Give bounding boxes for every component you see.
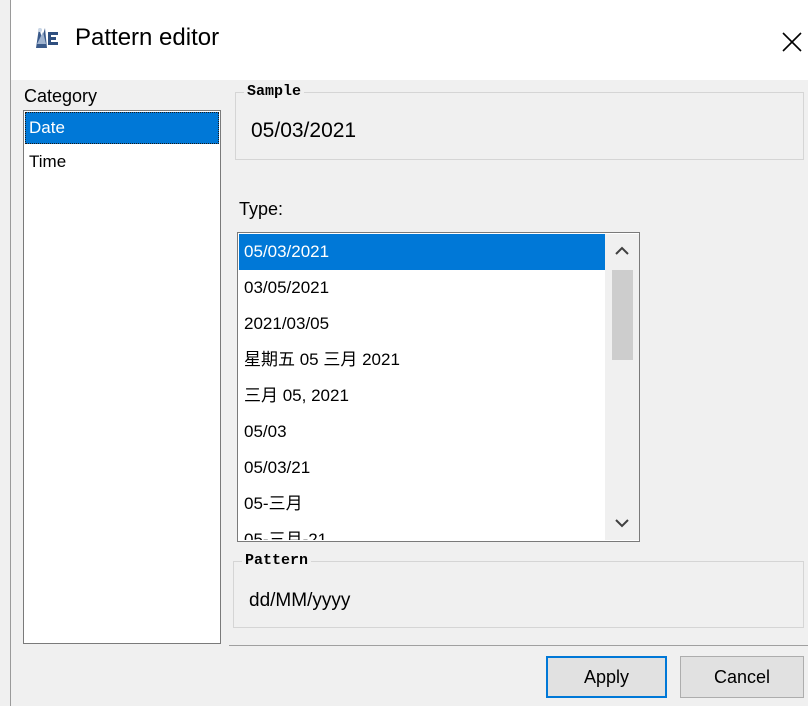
type-item[interactable]: 05/03/2021 xyxy=(239,234,605,270)
type-list-scrollbar[interactable] xyxy=(605,234,639,540)
title-bar[interactable]: Pattern editor xyxy=(11,0,808,80)
cancel-button[interactable]: Cancel xyxy=(680,656,804,698)
type-item[interactable]: 三月 05, 2021 xyxy=(239,378,605,414)
sample-legend: Sample xyxy=(244,82,305,102)
type-item[interactable]: 星期五 05 三月 2021 xyxy=(239,342,605,378)
pattern-editor-dialog: Pattern editor Category Date Time Sample… xyxy=(0,0,808,706)
close-icon xyxy=(782,32,802,52)
pattern-value: dd/MM/yyyy xyxy=(249,590,351,611)
category-item-time[interactable]: Time xyxy=(25,146,219,178)
chevron-up-icon xyxy=(615,246,629,255)
type-label: Type: xyxy=(239,199,284,219)
button-divider xyxy=(229,645,808,646)
apply-button[interactable]: Apply xyxy=(546,656,667,698)
dialog-content: Category Date Time Sample 05/03/2021 Typ… xyxy=(11,80,808,706)
scroll-up-button[interactable] xyxy=(605,234,639,268)
sample-value: 05/03/2021 xyxy=(251,119,357,142)
pattern-legend: Pattern xyxy=(242,551,312,571)
type-item[interactable]: 05-三月-21 xyxy=(239,522,605,540)
scroll-thumb[interactable] xyxy=(612,270,633,360)
sample-group: Sample 05/03/2021 xyxy=(235,82,804,160)
type-list[interactable]: 05/03/2021 03/05/2021 2021/03/05 星期五 05 … xyxy=(237,232,640,542)
scroll-down-button[interactable] xyxy=(605,506,639,540)
pattern-group: Pattern dd/MM/yyyy xyxy=(233,551,804,628)
pattern-editor-app-icon xyxy=(33,24,61,52)
type-list-items: 05/03/2021 03/05/2021 2021/03/05 星期五 05 … xyxy=(239,234,605,540)
close-button[interactable] xyxy=(771,20,808,60)
category-list[interactable]: Date Time xyxy=(23,110,221,644)
window-title: Pattern editor xyxy=(75,24,220,51)
type-item[interactable]: 05-三月 xyxy=(239,486,605,522)
type-item[interactable]: 03/05/2021 xyxy=(239,270,605,306)
category-label: Category xyxy=(24,86,98,106)
chevron-down-icon xyxy=(615,519,629,528)
type-item[interactable]: 05/03 xyxy=(239,414,605,450)
category-item-date[interactable]: Date xyxy=(25,112,219,144)
type-item[interactable]: 05/03/21 xyxy=(239,450,605,486)
type-item[interactable]: 2021/03/05 xyxy=(239,306,605,342)
